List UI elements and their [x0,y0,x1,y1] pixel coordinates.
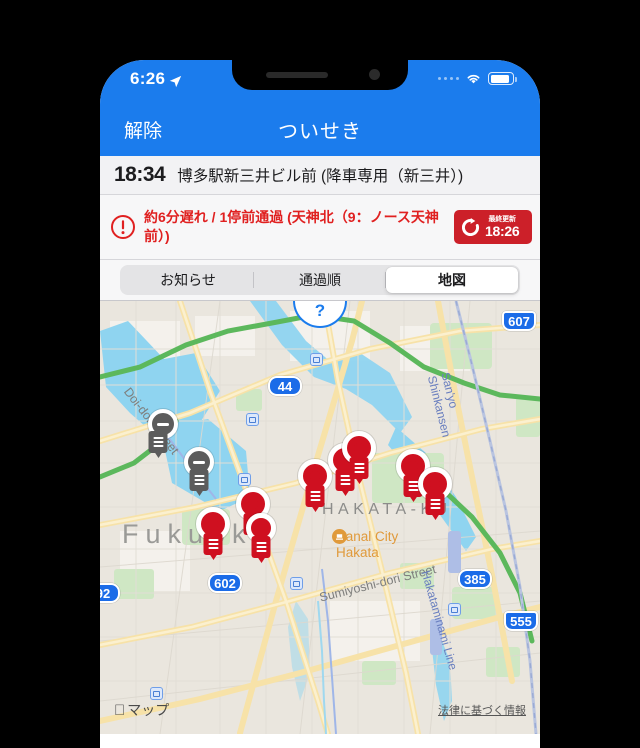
battery-icon [488,72,517,85]
warning-exclamation-icon [110,214,136,240]
delay-alert-text: 約6分遅れ / 1停前通過 (天神北（9：ノース天神前）) [144,209,439,244]
status-bar-indicators [437,72,517,85]
transit-icon-6 [448,603,461,616]
route-shield-partial: 92 [100,583,120,603]
wifi-icon [465,72,482,85]
status-bar-time-group: 6:26 [130,69,182,89]
transit-icon-2 [246,413,259,426]
status-bar: 6:26 [100,60,540,104]
apple-logo-icon:  [114,703,125,718]
transit-icon-4 [238,473,251,486]
bus-stop-marker[interactable] [418,467,452,515]
bus-stop-marker[interactable] [196,507,230,555]
route-shield-44: 44 [268,376,302,396]
map-legal-link[interactable]: 法律に基づく情報 [438,702,526,718]
map-attribution-text: マップ [116,702,169,718]
front-camera [369,69,380,80]
tab-bar: お知らせ 通過順 地図 [100,260,540,301]
refresh-time: 18:26 [485,223,520,239]
signal-dots-icon [437,76,459,81]
map-view[interactable]: ? 44 607 602 385 555 92 Fukuoka HAKATA-K… [100,301,540,734]
marker-badge [251,536,271,558]
refresh-button[interactable]: 最終更新 18:26 [454,210,532,244]
route-shield-602: 602 [208,573,242,593]
marker-badge [189,469,209,491]
marker-badge [148,431,168,453]
route-shield-607: 607 [502,311,536,331]
bus-stop-marker[interactable] [298,459,332,507]
bus-stop-marker[interactable] [342,431,376,479]
navigation-bar: 解除 ついせき [100,104,540,156]
bus-stop-marker-passed[interactable] [184,447,214,491]
phone-frame: 6:26 解除 ついせき 18:34 博多駅新三井ビル前 (降車専用（新三井）)… [100,60,540,748]
refresh-circular-arrow-icon [460,217,481,238]
refresh-label: 最終更新 [488,216,516,223]
destination-row: 18:34 博多駅新三井ビル前 (降車専用（新三井）) [100,156,540,195]
delay-alert-row: 約6分遅れ / 1停前通過 (天神北（9：ノース天神前）) 最終更新 18:26 [100,195,540,260]
segmented-control: お知らせ 通過順 地図 [120,265,520,295]
tab-stop-order[interactable]: 通過順 [254,267,386,293]
marker-badge [425,493,445,515]
bus-stop-marker[interactable] [246,513,276,558]
marker-badge [305,485,325,507]
map-help-label: ? [314,301,326,320]
route-shield-555: 555 [504,611,538,631]
bus-stop-marker-passed[interactable] [148,409,178,453]
route-shield-385: 385 [458,569,492,589]
marker-badge [349,457,369,479]
transit-icon-7 [150,687,163,700]
destination-time: 18:34 [114,163,166,186]
destination-stop-name: 博多駅新三井ビル前 (降車専用（新三井）) [177,168,464,185]
status-bar-time: 6:26 [130,69,166,88]
earpiece-speaker [266,72,328,78]
tab-notices[interactable]: お知らせ [122,267,254,293]
tab-map[interactable]: 地図 [386,267,518,293]
marker-badge [203,533,223,555]
transit-icon-5 [290,577,303,590]
device-notch [232,60,408,90]
page-title: ついせき [278,121,362,143]
location-arrow-icon [169,73,182,87]
transit-icon-1 [310,353,323,366]
map-attribution:  マップ [114,700,169,720]
refresh-button-text: 最終更新 18:26 [485,216,520,239]
